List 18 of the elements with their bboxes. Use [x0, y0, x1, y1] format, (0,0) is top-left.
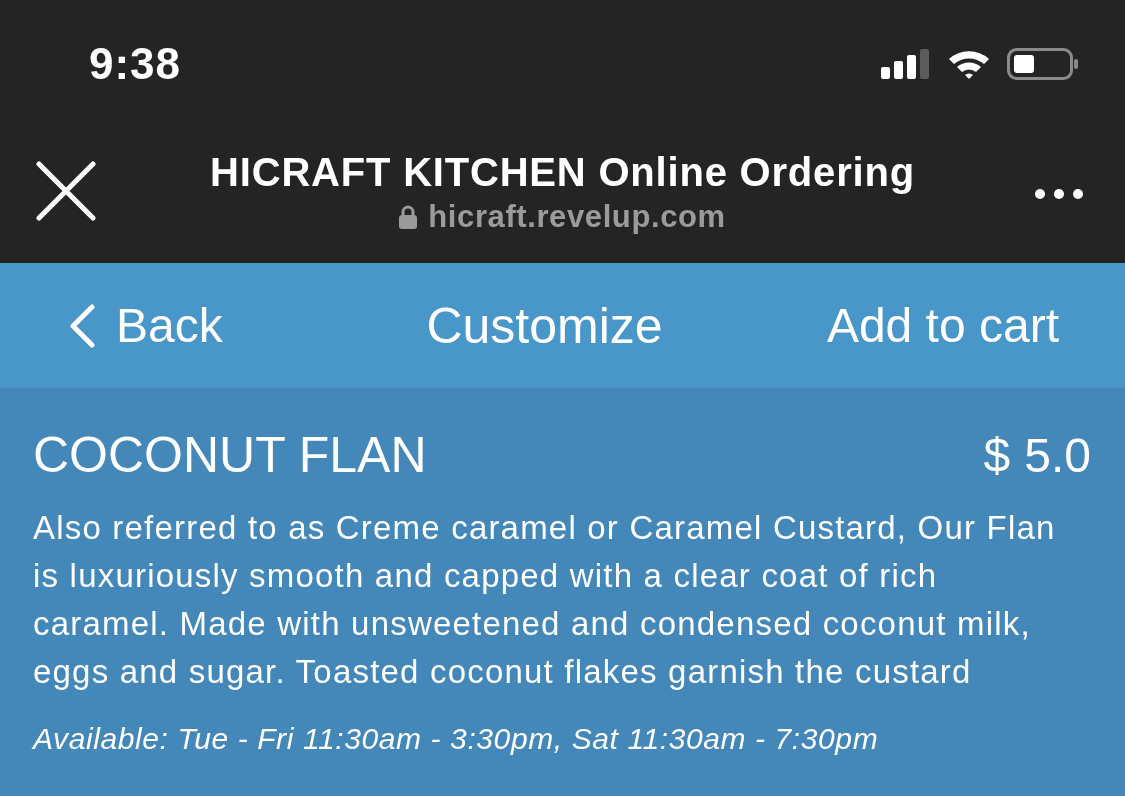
item-price: 5.0 — [1024, 428, 1091, 483]
item-description: Also referred to as Creme caramel or Caramel Custard, Our Flan is luxuriously smooth and capped with a clear coat of rich caramel. Made with unsweetened and condensed coconut milk, eggs and sugar. Toasted coconut flakes garnish the custard — [33, 508, 1057, 692]
lock-icon — [399, 205, 418, 229]
page-url: hicraft.revelup.com — [428, 199, 726, 235]
status-time: 9:38 — [89, 38, 182, 89]
signal-bars-icon — [881, 48, 931, 79]
currency-symbol: $ — [983, 428, 1011, 483]
close-icon[interactable] — [36, 160, 96, 221]
wifi-icon — [947, 48, 991, 79]
nav-title: Customize — [426, 296, 663, 355]
availability-text: Available: Tue - Fri 11:30am - 3:30pm, Sat 11:30am - 7:30pm — [33, 722, 880, 756]
back-button[interactable]: Back — [68, 298, 223, 353]
more-icon[interactable] — [1035, 188, 1083, 199]
chevron-left-icon — [68, 303, 96, 348]
item-name: COCONUT FLAN — [33, 426, 427, 484]
page-title: HICRAFT KITCHEN Online Ordering — [210, 150, 915, 195]
add-to-cart-button[interactable]: Add to cart — [826, 298, 1059, 353]
battery-icon — [1007, 47, 1079, 80]
